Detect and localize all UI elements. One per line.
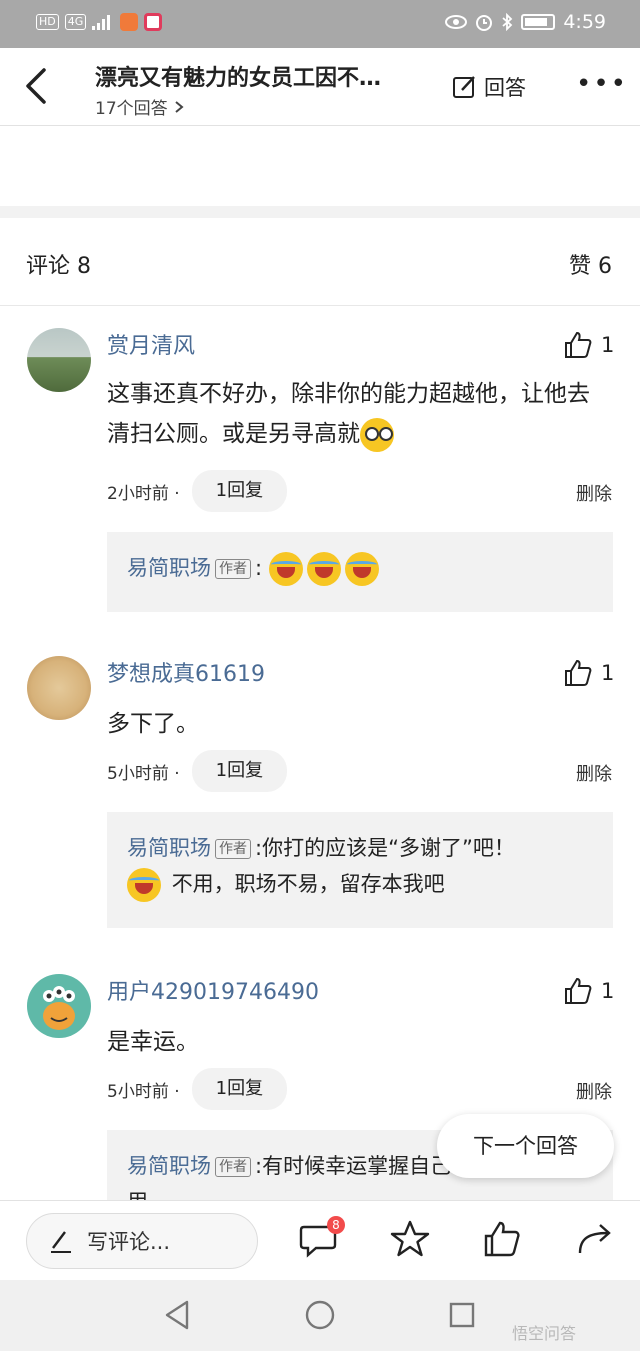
- watermark: 悟空问答: [512, 1324, 577, 1343]
- comment-time: 2小时前 ·: [107, 483, 180, 504]
- author-tag: 作者: [215, 839, 251, 859]
- laughing-emoji-icon: [344, 552, 379, 586]
- comment-text-content: 这事还真不好办，除非你的能力超越他，让他去清扫公厕。或是另寻高就: [107, 381, 590, 447]
- comment-like-button[interactable]: 1: [563, 330, 614, 360]
- comment-meta: 2小时前 · 1回复: [107, 470, 288, 512]
- reply-count-button[interactable]: 1回复: [191, 470, 288, 512]
- comment-text: 多下了。: [107, 711, 199, 737]
- reply-author-name[interactable]: 易简职场: [127, 556, 211, 580]
- comment-like-button[interactable]: 1: [563, 976, 614, 1006]
- write-answer-button[interactable]: 回答: [452, 72, 526, 102]
- delete-button[interactable]: 删除: [576, 760, 612, 786]
- music-app-icon: [144, 13, 163, 31]
- comment-summary: 评论 8 赞 6: [0, 218, 640, 306]
- comment-like-count: 1: [601, 979, 615, 1003]
- more-options-icon[interactable]: •••: [576, 71, 628, 97]
- next-answer-button[interactable]: 下一个回答: [437, 1114, 614, 1178]
- reply-author-name[interactable]: 易简职场: [127, 836, 211, 860]
- comment-username[interactable]: 赏月清风: [107, 328, 195, 360]
- reply-count-button[interactable]: 1回复: [191, 750, 288, 792]
- hd-indicator: HD: [36, 14, 59, 30]
- reply-text: 你打的应该是“多谢了”吧！: [262, 836, 515, 860]
- share-icon[interactable]: [576, 1219, 616, 1259]
- author-reply[interactable]: 易简职场 作者:: [107, 532, 613, 612]
- edit-icon: [453, 76, 475, 98]
- comment-meta: 5小时前 · 1回复: [107, 1068, 288, 1110]
- laughing-emoji-icon: [268, 552, 303, 586]
- section-divider: [0, 206, 640, 218]
- avatar[interactable]: [27, 656, 91, 720]
- comment-username[interactable]: 用户429019746490: [107, 974, 319, 1006]
- alarm-icon: [476, 15, 493, 31]
- signal-icon: [92, 15, 111, 30]
- author-reply[interactable]: 易简职场 作者:你打的应该是“多谢了”吧！ 不用，职场不易，留存本我吧: [107, 812, 613, 928]
- avatar[interactable]: [27, 974, 91, 1038]
- back-arrow-icon[interactable]: [22, 66, 52, 106]
- write-comment-placeholder: 写评论...: [87, 1230, 171, 1254]
- reply-count-button[interactable]: 1回复: [191, 1068, 288, 1110]
- nav-back-icon[interactable]: [163, 1300, 191, 1330]
- comment-username[interactable]: 梦想成真61619: [107, 656, 265, 688]
- pen-icon: [51, 1231, 71, 1253]
- star-icon[interactable]: [390, 1219, 430, 1259]
- network-indicator: 4G: [64, 14, 87, 30]
- status-bar: HD 4G 4:59: [0, 0, 640, 48]
- comment-item: 赏月清风 1 这事还真不好办，除非你的能力超越他，让他去清扫公厕。或是另寻高就 …: [0, 306, 640, 626]
- battery-icon: [521, 14, 556, 30]
- author-tag: 作者: [215, 559, 251, 579]
- author-tag: 作者: [215, 1157, 251, 1177]
- comment-badge: 8: [327, 1216, 345, 1234]
- comment-like-button[interactable]: 1: [563, 658, 614, 688]
- bottom-action-bar: 写评论...: [0, 1200, 640, 1280]
- reply-separator: :: [255, 556, 263, 580]
- nav-recents-icon[interactable]: [449, 1302, 475, 1328]
- comment-time: 5小时前 ·: [107, 763, 180, 784]
- status-right: 4:59: [445, 11, 606, 33]
- avatar[interactable]: [27, 328, 91, 392]
- chevron-right-icon: [175, 101, 184, 113]
- comment-like-count: 1: [601, 333, 615, 357]
- status-time: 4:59: [563, 11, 606, 33]
- app-header: 漂亮又有魅力的女员工因不… 17个回答 回答 •••: [0, 48, 640, 126]
- laughing-emoji-icon: [127, 868, 161, 902]
- thumbs-up-icon: [565, 331, 592, 358]
- like-count: 赞 6: [569, 254, 612, 279]
- comment-text: 这事还真不好办，除非你的能力超越他，让他去清扫公厕。或是另寻高就: [107, 374, 607, 454]
- nav-home-icon[interactable]: [305, 1300, 335, 1330]
- comment-time: 5小时前 ·: [107, 1081, 180, 1102]
- comment-item: 梦想成真61619 1 多下了。 5小时前 · 1回复 删除 易简职场 作者:你打…: [0, 636, 640, 936]
- comment-count: 评论 8: [26, 254, 91, 279]
- thumbs-up-icon[interactable]: [482, 1219, 522, 1259]
- answer-button-label: 回答: [484, 76, 526, 100]
- eye-icon: [445, 15, 468, 29]
- thumbs-up-icon: [565, 977, 592, 1004]
- status-left: HD 4G: [36, 13, 163, 31]
- video-app-icon: [120, 13, 139, 31]
- rolling-eyes-emoji-icon: [360, 417, 394, 452]
- comment-meta: 5小时前 · 1回复: [107, 750, 288, 792]
- thumbs-up-icon: [565, 659, 592, 686]
- delete-button[interactable]: 删除: [576, 480, 612, 506]
- reply-author-name[interactable]: 易简职场: [127, 1154, 211, 1178]
- monster-avatar-icon: [43, 986, 75, 1030]
- write-comment-input[interactable]: 写评论...: [26, 1213, 258, 1269]
- answer-count-link[interactable]: 17个回答: [95, 94, 185, 119]
- answer-count: 17个回答: [95, 99, 168, 119]
- reply-text-continued: 用: [127, 1190, 148, 1200]
- comment-like-count: 1: [601, 661, 615, 685]
- reply-text-continued: 不用，职场不易，留存本我吧: [171, 872, 445, 896]
- question-title[interactable]: 漂亮又有魅力的女员工因不…: [95, 60, 425, 92]
- content-spacer: [0, 126, 640, 206]
- comment-text: 是幸运。: [107, 1029, 199, 1055]
- bluetooth-icon: [502, 13, 513, 31]
- delete-button[interactable]: 删除: [576, 1078, 612, 1104]
- laughing-emoji-icon: [306, 552, 341, 586]
